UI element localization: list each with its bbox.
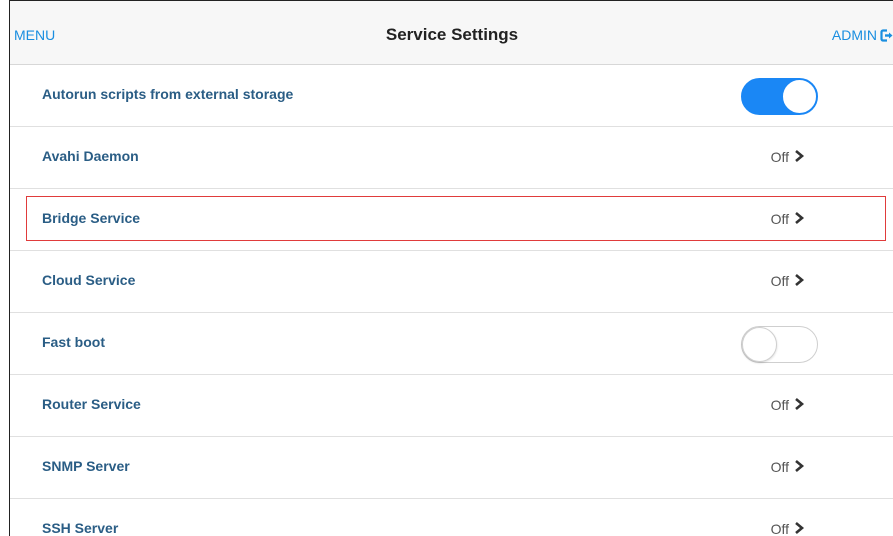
settings-list: Autorun scripts from external storage Av… [10,65,893,536]
app-frame: MENU Service Settings ADMIN Autorun scri… [9,0,893,536]
autorun-toggle[interactable] [741,78,818,115]
setting-row-cloud-service[interactable]: Cloud Service Off [10,251,893,313]
setting-value: Off [770,273,789,289]
setting-label: SNMP Server [42,458,130,474]
setting-value: Off [770,521,789,536]
setting-value: Off [770,397,789,413]
setting-label: SSH Server [42,520,119,536]
setting-label: Fast boot [42,334,105,350]
setting-value: Off [770,149,789,165]
toggle-knob [782,79,817,114]
setting-value: Off [770,211,789,227]
admin-label: ADMIN [831,27,877,43]
setting-label: Bridge Service [42,210,141,226]
setting-row-fast-boot: Fast boot [10,313,893,375]
fast-boot-toggle[interactable] [741,326,818,363]
page-title: Service Settings [385,25,519,44]
setting-row-router-service[interactable]: Router Service Off [10,375,893,437]
toggle-knob [742,327,777,362]
setting-row-ssh-server[interactable]: SSH Server Off [10,499,893,536]
chevron-right-icon [795,460,805,472]
setting-row-avahi-daemon[interactable]: Avahi Daemon Off [10,127,893,189]
chevron-right-icon [795,212,805,224]
setting-row-snmp-server[interactable]: SNMP Server Off [10,437,893,499]
chevron-right-icon [795,150,805,162]
setting-label: Cloud Service [42,272,136,288]
setting-value: Off [770,459,789,475]
setting-label: Avahi Daemon [42,148,139,164]
setting-label: Router Service [42,396,141,412]
chevron-right-icon [795,522,805,534]
setting-row-autorun-scripts: Autorun scripts from external storage [10,65,893,127]
setting-row-bridge-service[interactable]: Bridge Service Off [10,189,893,251]
navigation-bar: MENU Service Settings ADMIN [10,1,893,65]
admin-button[interactable]: ADMIN [832,27,893,43]
setting-label: Autorun scripts from external storage [42,86,294,102]
chevron-right-icon [795,398,805,410]
logout-icon [880,29,893,42]
chevron-right-icon [795,274,805,286]
